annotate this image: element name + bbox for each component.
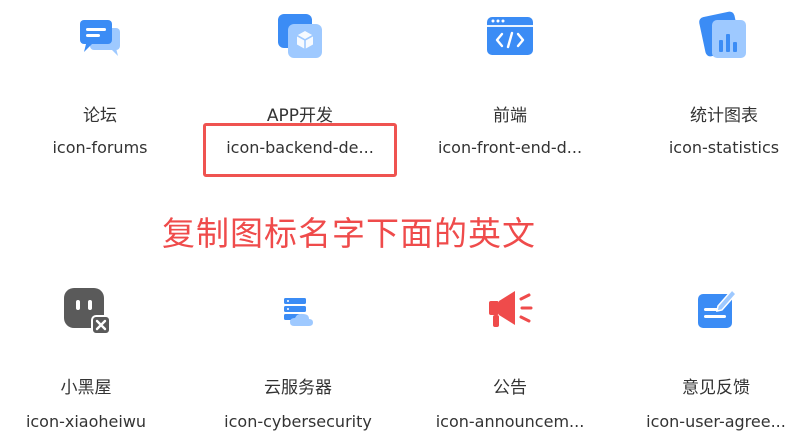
- icon-en-name[interactable]: icon-front-end-d...: [410, 138, 610, 158]
- icon-card-xiaoheiwu[interactable]: 小黑屋 icon-xiaoheiwu: [0, 270, 186, 435]
- feedback-edit-icon: [688, 282, 744, 338]
- annotation-text: 复制图标名字下面的英文: [162, 214, 536, 253]
- icon-cn-name: 公告: [493, 378, 527, 398]
- icon-cn-name: 意见反馈: [682, 378, 750, 398]
- front-end-code-icon: [482, 8, 538, 64]
- icon-cn-name: 小黑屋: [60, 378, 112, 398]
- icon-en-name[interactable]: icon-cybersecurity: [198, 412, 398, 432]
- icon-en-name[interactable]: icon-user-agree...: [616, 412, 801, 432]
- icon-cn-name: 统计图表: [690, 106, 758, 126]
- icon-card-forums[interactable]: 论坛 icon-forums: [0, 0, 200, 170]
- icon-en-name[interactable]: icon-announcem...: [410, 412, 610, 432]
- icon-en-name[interactable]: icon-xiaoheiwu: [0, 412, 186, 432]
- statistics-chart-icon: [696, 8, 752, 64]
- icon-card-announcement[interactable]: 公告 icon-announcem...: [410, 270, 610, 435]
- announcement-megaphone-icon: [482, 282, 538, 338]
- icon-card-feedback[interactable]: 意见反馈 icon-user-agree...: [616, 270, 801, 435]
- icon-cn-name: 前端: [493, 106, 527, 126]
- icon-card-front-end[interactable]: 前端 icon-front-end-d...: [410, 0, 610, 170]
- icon-cn-name: 论坛: [83, 106, 117, 126]
- backend-development-icon: [272, 8, 328, 64]
- forums-icon: [72, 10, 128, 66]
- cloud-server-icon: [270, 284, 326, 340]
- icon-card-statistics[interactable]: 统计图表 icon-statistics: [624, 0, 801, 170]
- icon-cn-name: 云服务器: [264, 378, 332, 398]
- icon-en-name[interactable]: icon-forums: [0, 138, 200, 158]
- icon-card-cloud-server[interactable]: 云服务器 icon-cybersecurity: [198, 270, 398, 435]
- icon-en-name[interactable]: icon-statistics: [624, 138, 801, 158]
- highlight-box: [203, 123, 397, 177]
- blocked-user-icon: [58, 282, 114, 338]
